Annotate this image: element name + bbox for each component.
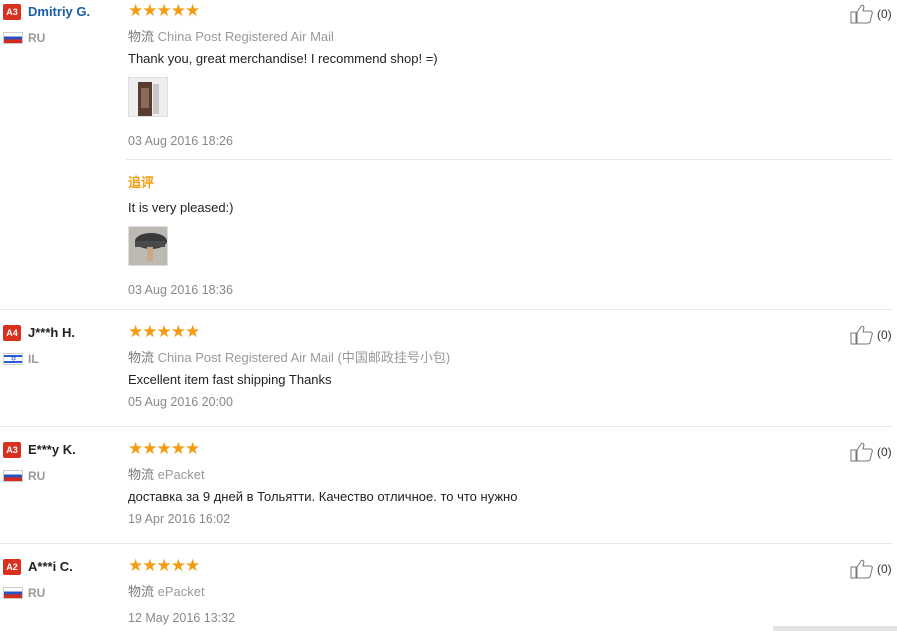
followup-label: 追评 [128, 175, 155, 190]
star-rating: ★★★★★ [128, 322, 200, 341]
review-divider [0, 426, 893, 427]
buyer-name[interactable]: Dmitriy G. [28, 4, 90, 19]
logistics-label: 物流 [128, 584, 155, 599]
buyer-name: A***i C. [28, 559, 73, 574]
helpful-count: (0) [877, 562, 892, 576]
buyer-country: RU [28, 31, 46, 45]
thumbs-up-icon [850, 559, 873, 579]
logistics-info: 物流 ePacket [128, 464, 205, 483]
buyer-country: IL [28, 352, 39, 366]
logistics-method: ePacket [157, 584, 205, 599]
review-photo[interactable] [128, 77, 168, 117]
helpful-button[interactable]: (0) [850, 4, 896, 24]
followup-photo[interactable] [128, 226, 168, 266]
review-date: 05 Aug 2016 20:00 [128, 395, 233, 409]
country-flag-icon: ✡ [3, 353, 23, 365]
helpful-button[interactable]: (0) [850, 325, 896, 345]
logistics-label: 物流 [128, 350, 155, 365]
review-text: доставка за 9 дней в Тольятти. Качество … [128, 489, 518, 504]
buyer-level-badge: A2 [3, 559, 21, 575]
star-rating: ★★★★★ [128, 439, 200, 458]
review-date: 03 Aug 2016 18:26 [128, 134, 233, 148]
logistics-info: 物流 ePacket [128, 581, 205, 600]
helpful-button[interactable]: (0) [850, 442, 896, 462]
followup-date: 03 Aug 2016 18:36 [128, 283, 233, 297]
buyer-level-badge: A4 [3, 325, 21, 341]
review-text: Thank you, great merchandise! I recommen… [128, 51, 438, 66]
logistics-info: 物流 China Post Registered Air Mail (中国邮政挂… [128, 347, 450, 366]
logistics-method: China Post Registered Air Mail [157, 29, 334, 44]
country-flag-icon [3, 587, 23, 599]
review-text: Excellent item fast shipping Thanks [128, 372, 332, 387]
logistics-method: ePacket [157, 467, 205, 482]
buyer-country: RU [28, 469, 46, 483]
logistics-label: 物流 [128, 467, 155, 482]
country-flag-icon [3, 32, 23, 44]
photo-thumbnail-icon [129, 78, 167, 116]
country-flag-icon [3, 470, 23, 482]
buyer-level-badge: A3 [3, 4, 21, 20]
review-divider [0, 543, 893, 544]
helpful-count: (0) [877, 328, 892, 342]
star-rating: ★★★★★ [128, 1, 200, 20]
thumbs-up-icon [850, 442, 873, 462]
helpful-count: (0) [877, 7, 892, 21]
buyer-name: E***y K. [28, 442, 76, 457]
logistics-label: 物流 [128, 29, 155, 44]
review-date: 12 May 2016 13:32 [128, 611, 236, 625]
buyer-country: RU [28, 586, 46, 600]
photo-thumbnail-icon [129, 227, 167, 265]
review-date: 19 Apr 2016 16:02 [128, 512, 231, 526]
helpful-count: (0) [877, 445, 892, 459]
buyer-name: J***h H. [28, 325, 75, 340]
thumbs-up-icon [850, 4, 873, 24]
followup-divider [126, 159, 893, 160]
followup-text: It is very pleased:) [128, 200, 234, 215]
star-rating: ★★★★★ [128, 556, 200, 575]
buyer-level-badge: A3 [3, 442, 21, 458]
thumbs-up-icon [850, 325, 873, 345]
logistics-info: 物流 China Post Registered Air Mail [128, 26, 334, 45]
review-divider [0, 309, 893, 310]
helpful-button[interactable]: (0) [850, 559, 896, 579]
logistics-method: China Post Registered Air Mail (中国邮政挂号小包… [157, 350, 451, 365]
horizontal-scrollbar[interactable] [773, 626, 897, 631]
